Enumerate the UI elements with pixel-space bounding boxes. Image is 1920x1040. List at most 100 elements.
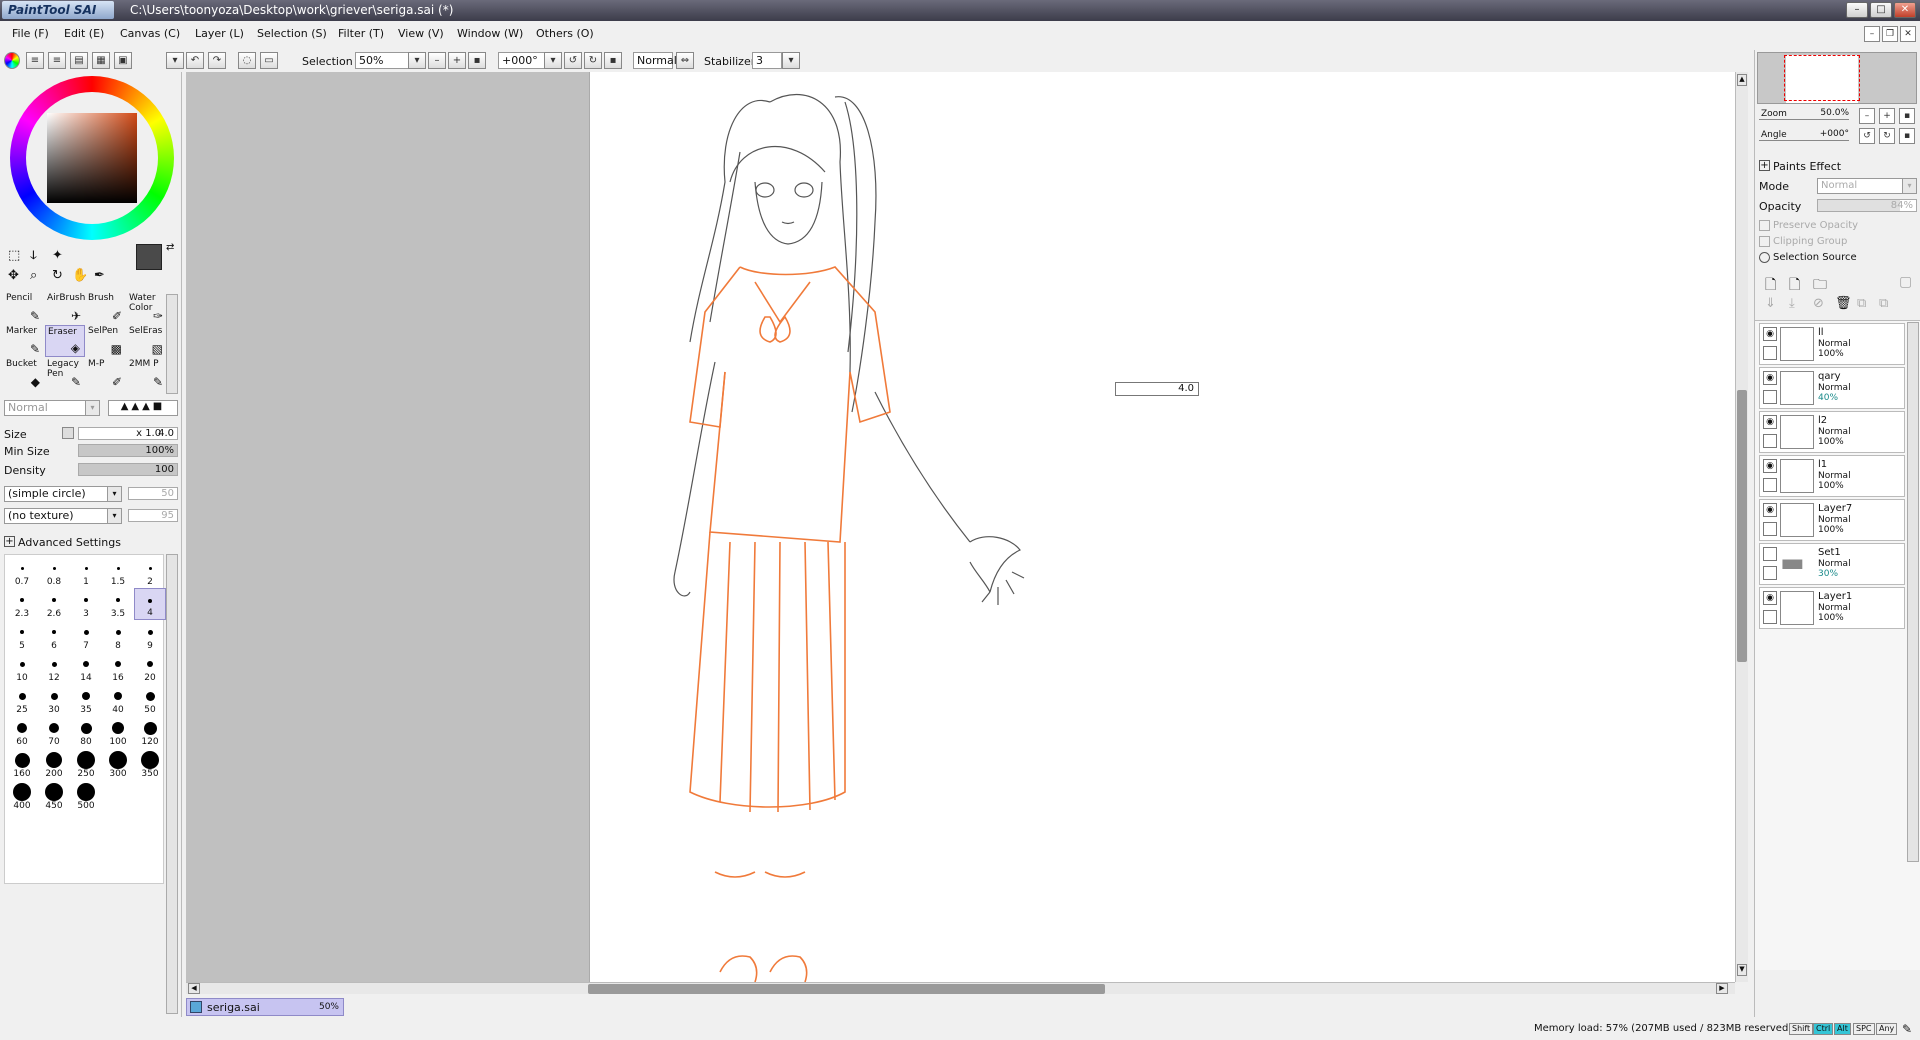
preserve-opacity-checkbox[interactable] (1759, 220, 1770, 231)
scratchpad-toggle-icon[interactable]: ▦ (92, 52, 110, 69)
rotate-left-icon[interactable]: ↺ (564, 52, 582, 69)
menu-edit[interactable]: Edit (E) (64, 27, 104, 40)
vertical-scrollbar-track[interactable]: ▲ ▼ (1735, 72, 1748, 982)
brush-texture-dropdown[interactable]: (no texture) ▾ (4, 508, 122, 524)
brush-size-option[interactable]: 350 (134, 748, 166, 780)
brush-size-option[interactable]: 8 (102, 620, 134, 652)
rect-select-icon[interactable]: ⬚ (8, 248, 20, 263)
rgb-slider-toggle-icon[interactable]: ≡ (26, 52, 44, 69)
merge-visible-icon[interactable]: ⧉ (1857, 296, 1866, 311)
doc-restore-icon[interactable]: ❐ (1882, 26, 1898, 42)
color-wheel-toggle-icon[interactable] (4, 52, 20, 69)
tool-bucket[interactable]: Bucket ◆ (4, 358, 44, 390)
brush-size-option[interactable]: 1 (70, 556, 102, 588)
size-slider[interactable]: x 1.04.0 (78, 427, 178, 440)
color-wheel[interactable] (10, 76, 174, 240)
texture-strength-slider[interactable]: 95 (128, 509, 178, 522)
tool-selpen[interactable]: SelPen ▩ (86, 325, 126, 357)
flip-icon[interactable]: ⇔ (676, 52, 694, 69)
close-button[interactable]: ✕ (1894, 2, 1916, 18)
stabilizer-dropdown-icon[interactable]: ▾ (782, 52, 800, 69)
nav-zoom-reset-icon[interactable]: ▪ (1899, 108, 1915, 124)
brush-size-option[interactable]: 3.5 (102, 588, 134, 620)
rotate-reset-icon[interactable]: ▪ (604, 52, 622, 69)
brush-size-option[interactable]: 60 (6, 716, 38, 748)
scroll-right-icon[interactable]: ▶ (1716, 983, 1728, 994)
nav-zoom-slider[interactable]: 50.0% (1759, 108, 1849, 120)
nav-zoom-out-icon[interactable]: – (1859, 108, 1875, 124)
layer-row[interactable]: ▬ Set1 Normal 30% (1759, 543, 1905, 585)
menu-selection[interactable]: Selection (S) (257, 27, 327, 40)
brush-size-option[interactable]: 10 (6, 652, 38, 684)
user-color-toggle-icon[interactable]: ▣ (114, 52, 132, 69)
brush-size-option[interactable]: 160 (6, 748, 38, 780)
brush-size-option[interactable]: 6 (38, 620, 70, 652)
density-slider[interactable]: 100 (78, 463, 178, 476)
minimize-button[interactable]: – (1846, 2, 1868, 18)
tool-seleras[interactable]: SelEras ▧ (127, 325, 167, 357)
brush-size-option[interactable]: 500 (70, 780, 102, 812)
brush-size-option[interactable]: 200 (38, 748, 70, 780)
size-options-icon[interactable] (62, 427, 74, 439)
tool-airbrush[interactable]: AirBrush ✈ (45, 292, 85, 324)
brush-shape-dropdown[interactable]: (simple circle) ▾ (4, 486, 122, 502)
layer-opacity-slider[interactable]: 84% (1817, 199, 1917, 212)
layer-row[interactable]: ◉ l1 Normal 100% (1759, 455, 1905, 497)
zoom-in-icon[interactable]: + (448, 52, 466, 69)
brush-size-option[interactable]: 450 (38, 780, 70, 812)
scroll-up-icon[interactable]: ▲ (1737, 74, 1747, 86)
paints-effect-label[interactable]: Paints Effect (1773, 160, 1841, 173)
layer-mode-dropdown[interactable]: Normal ▾ (1817, 178, 1917, 194)
rotate-tool-icon[interactable]: ↻ (52, 268, 63, 283)
tool-legacy-pen[interactable]: Legacy Pen ✎ (45, 358, 85, 390)
size-grid-scrollbar[interactable] (166, 554, 178, 1014)
brush-size-option[interactable]: 100 (102, 716, 134, 748)
brush-size-option[interactable]: 12 (38, 652, 70, 684)
tool-eraser[interactable]: Eraser ◈ (45, 325, 85, 357)
maximize-button[interactable]: □ (1870, 2, 1892, 18)
brush-size-option[interactable]: 70 (38, 716, 70, 748)
expand-icon[interactable]: + (4, 536, 15, 547)
new-layer-icon[interactable]: 🗋 (1765, 274, 1776, 298)
swatch-toggle-icon[interactable]: ▤ (70, 52, 88, 69)
min-size-slider[interactable]: 100% (78, 444, 178, 457)
lock-checkbox[interactable] (1763, 478, 1777, 492)
brush-size-option[interactable]: 5 (6, 620, 38, 652)
saturation-value-square[interactable] (47, 113, 137, 203)
zoom-out-icon[interactable]: – (428, 52, 446, 69)
hsv-slider-toggle-icon[interactable]: ≡ (48, 52, 66, 69)
brush-size-option[interactable]: 300 (102, 748, 134, 780)
paints-effect-expand-icon[interactable]: + (1759, 160, 1770, 171)
layer-mask-icon[interactable]: ▢ (1899, 274, 1912, 290)
zoom-dropdown-icon[interactable]: ▾ (408, 52, 426, 69)
move-icon[interactable]: ✥ (8, 268, 19, 283)
menu-canvas[interactable]: Canvas (C) (120, 27, 180, 40)
visibility-eye-icon[interactable]: ◉ (1763, 327, 1777, 341)
brush-size-option[interactable]: 25 (6, 684, 38, 716)
clipping-group-checkbox[interactable] (1759, 236, 1770, 247)
layer-row[interactable]: ◉ qary Normal 40% (1759, 367, 1905, 409)
menu-layer[interactable]: Layer (L) (195, 27, 244, 40)
navigator-viewport[interactable] (1784, 55, 1860, 101)
lasso-icon[interactable]: ↆ (30, 248, 37, 263)
brush-size-option[interactable]: 30 (38, 684, 70, 716)
brush-size-option[interactable]: 250 (70, 748, 102, 780)
brush-mode-dropdown[interactable]: Normal ▾ (4, 400, 100, 416)
new-linework-layer-icon[interactable]: 🗋 (1789, 274, 1800, 298)
invert-selection-icon[interactable]: ▭ (260, 52, 278, 69)
menu-view[interactable]: View (V) (398, 27, 444, 40)
brush-size-option[interactable]: 40 (102, 684, 134, 716)
zoom-tool-icon[interactable]: ⌕ (30, 268, 37, 283)
swap-colors-icon[interactable]: ⇄ (166, 242, 174, 253)
visibility-eye-icon[interactable]: ◉ (1763, 371, 1777, 385)
eyedropper-icon[interactable]: ✒ (94, 268, 105, 283)
nav-rotate-reset-icon[interactable]: ▪ (1899, 128, 1915, 144)
visibility-eye-icon[interactable]: ◉ (1763, 459, 1777, 473)
scroll-down-icon[interactable]: ▼ (1737, 964, 1747, 976)
brush-size-option[interactable]: 120 (134, 716, 166, 748)
brush-size-option[interactable]: 4 (134, 588, 166, 620)
rotation-dropdown-icon[interactable]: ▾ (544, 52, 562, 69)
canvas-page[interactable]: 4.0 (589, 72, 1735, 983)
stabilizer-field[interactable]: 3 (752, 52, 782, 69)
undo-icon[interactable]: ↶ (186, 52, 204, 69)
